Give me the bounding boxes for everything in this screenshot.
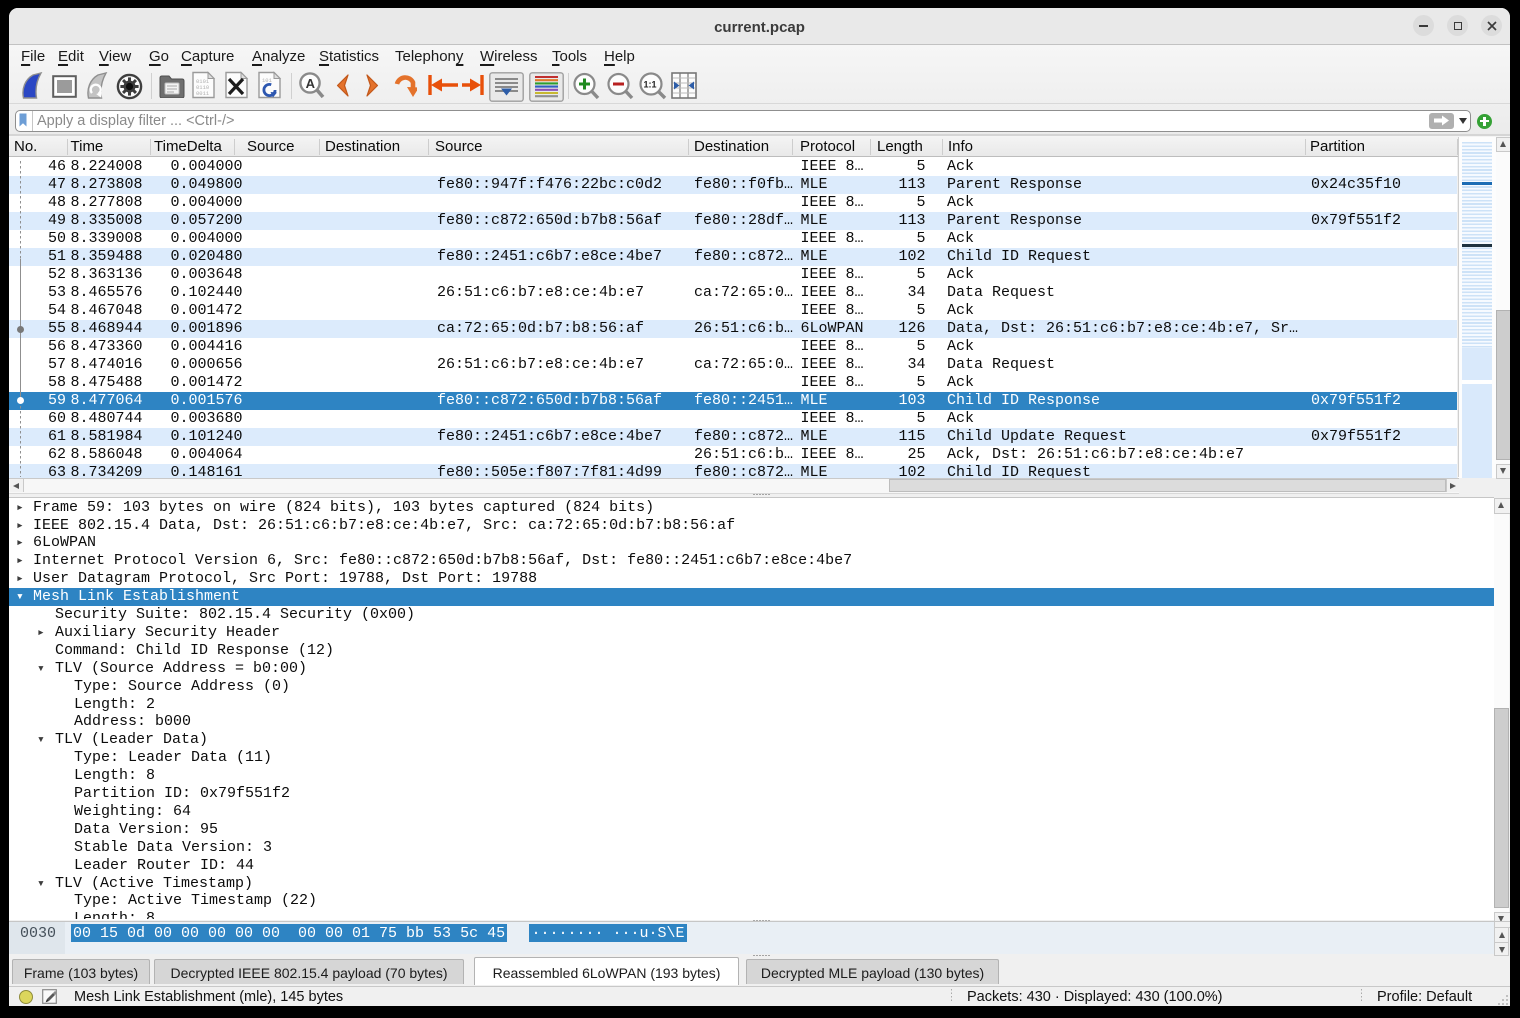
svg-text:0011: 0011 — [196, 90, 210, 97]
svg-text:101: 101 — [262, 77, 273, 84]
svg-text:A: A — [306, 76, 316, 91]
svg-text:1:1: 1:1 — [644, 80, 657, 90]
